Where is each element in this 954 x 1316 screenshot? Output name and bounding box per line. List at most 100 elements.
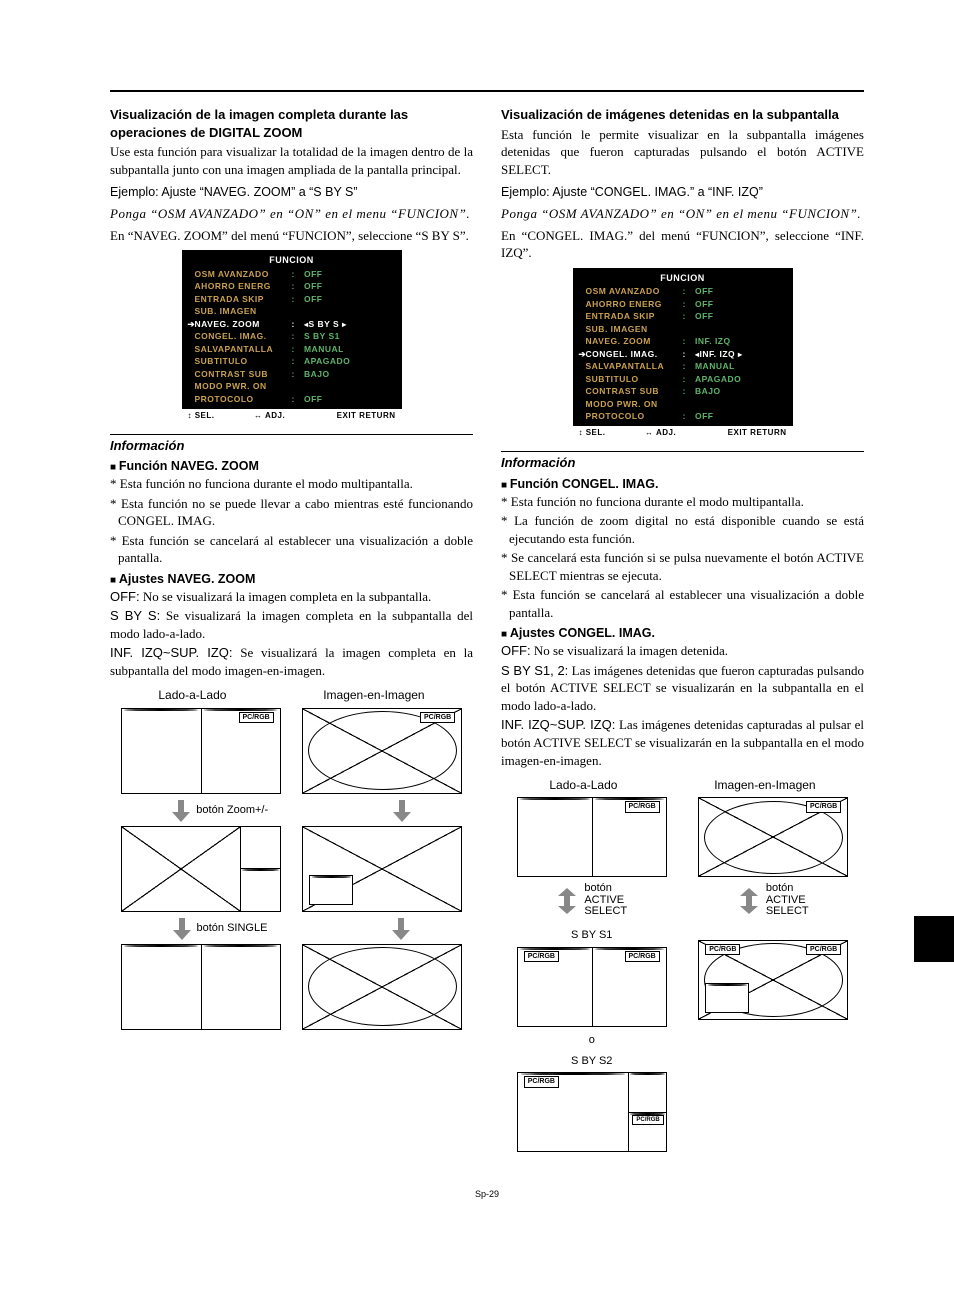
bullet-item: * Esta función no funciona durante el mo… (110, 475, 473, 493)
right-column: Visualización de imágenes detenidas en l… (501, 106, 864, 1158)
right-sub1: Función CONGEL. IMAG. (501, 476, 864, 493)
option-item: OFF: No se visualizará la imagen detenid… (501, 642, 864, 660)
osd-title: FUNCION (188, 254, 396, 266)
single-button-label: botón SINGLE (197, 921, 268, 936)
page-number: Sp-29 (110, 1188, 864, 1200)
panel-sbs-initial: PC/RGB (517, 797, 667, 877)
right-heading: Visualización de imágenes detenidas en l… (501, 106, 864, 124)
osd-row: SUB. IMAGEN (579, 323, 787, 335)
osd-row: ENTRADA SKIP:OFF (188, 293, 396, 305)
bullet-item: * Esta función se cancelará al establece… (501, 586, 864, 621)
osd-row: SUBTITULO:APAGADO (579, 373, 787, 385)
diag-label-pip: Imagen-en-Imagen (714, 777, 815, 793)
tag-pcrgb: PC/RGB (632, 1115, 663, 1125)
panel-sbs-after (121, 944, 281, 1030)
bullet-item: * Esta función no funciona durante el mo… (501, 493, 864, 511)
osd-menu-left: FUNCION OSM AVANZADO:OFFAHORRO ENERG:OFF… (182, 250, 402, 423)
bullet-item: * Esta función se cancelará al establece… (110, 532, 473, 567)
caption-sbys1: S BY S1 (501, 928, 683, 943)
osd-foot-adj: ↔ ADJ. (645, 428, 712, 439)
side-tab (914, 916, 954, 962)
right-sub2: Ajustes CONGEL. IMAG. (501, 625, 864, 642)
updown-arrow-icon (738, 888, 760, 914)
left-select: En “NAVEG. ZOOM” del menú “FUNCION”, sel… (110, 227, 473, 245)
bullet-item: * Esta función no se puede llevar a cabo… (110, 495, 473, 530)
left-heading: Visualización de la imagen completa dura… (110, 106, 473, 141)
info-heading-left: Información (110, 434, 473, 455)
down-arrow-icon (172, 800, 190, 822)
caption-sbys2: S BY S2 (501, 1054, 683, 1069)
right-bullets: * Esta función no funciona durante el mo… (501, 493, 864, 622)
active-select-label: botón ACTIVE SELECT (766, 883, 809, 918)
osd-foot-sel: ↕ SEL. (188, 411, 255, 422)
left-sub1: Función NAVEG. ZOOM (110, 458, 473, 475)
panel-pip-result: PC/RGB PC/RGB (698, 940, 848, 1020)
osd-row: SUB. IMAGEN (188, 306, 396, 318)
info-heading-right: Información (501, 451, 864, 472)
bullet-item: * La función de zoom digital no está dis… (501, 512, 864, 547)
osd-footer: ↕ SEL. ↔ ADJ. EXIT RETURN (573, 426, 793, 441)
left-column: Visualización de la imagen completa dura… (110, 106, 473, 1158)
osd-row: ➔CONGEL. IMAG.:◂INF. IZQ ▸ (579, 348, 787, 361)
right-example: Ejemplo: Ajuste “CONGEL. IMAG.” a “INF. … (501, 184, 864, 201)
osd-foot-exit: EXIT RETURN (321, 411, 396, 422)
panel-sbys2: PC/RGB PC/RGB (517, 1072, 667, 1152)
osd-row: CONTRAST SUB:BAJO (188, 368, 396, 380)
tag-pcrgb: PC/RGB (625, 801, 660, 812)
right-select: En “CONGEL. IMAG.” del menú “FUNCION”, s… (501, 227, 864, 262)
osd-row: OSM AVANZADO:OFF (188, 268, 396, 280)
osd-menu-right: FUNCION OSM AVANZADO:OFFAHORRO ENERG:OFF… (573, 268, 793, 441)
osd-foot-sel: ↕ SEL. (579, 428, 646, 439)
top-rule (110, 90, 864, 92)
tag-pcrgb: PC/RGB (420, 712, 455, 723)
panel-sbys1: PC/RGB PC/RGB (517, 947, 667, 1027)
left-example: Ejemplo: Ajuste “NAVEG. ZOOM” a “S BY S” (110, 184, 473, 201)
tag-pcrgb: PC/RGB (806, 944, 841, 955)
diag-label-pip: Imagen-en-Imagen (323, 687, 424, 703)
tag-pcrgb: PC/RGB (625, 951, 660, 962)
zoom-button-label: botón Zoom+/- (196, 803, 268, 818)
osd-row: PROTOCOLO:OFF (188, 393, 396, 405)
left-options: OFF: No se visualizará la imagen complet… (110, 588, 473, 680)
bullet-item: * Se cancelará esta función si se pulsa … (501, 549, 864, 584)
osd-row: AHORRO ENERG:OFF (579, 298, 787, 310)
osd-rows: OSM AVANZADO:OFFAHORRO ENERG:OFFENTRADA … (188, 268, 396, 405)
left-bullets: * Esta función no funciona durante el mo… (110, 475, 473, 567)
osd-title: FUNCION (579, 272, 787, 284)
osd-row: OSM AVANZADO:OFF (579, 286, 787, 298)
osd-row: SALVAPANTALLA:MANUAL (188, 343, 396, 355)
panel-pip-initial: PC/RGB (698, 797, 848, 877)
or-label: o (501, 1033, 683, 1048)
osd-foot-adj: ↔ ADJ. (254, 411, 321, 422)
diag-label-sbs: Lado-a-Lado (549, 777, 617, 793)
down-arrow-icon (393, 800, 411, 822)
option-item: OFF: No se visualizará la imagen complet… (110, 588, 473, 606)
osd-footer: ↕ SEL. ↔ ADJ. EXIT RETURN (182, 409, 402, 424)
left-diagrams: Lado-a-Lado Imagen-en-Imagen PC/RGB PC/R… (110, 687, 473, 1029)
panel-pip-after (302, 944, 462, 1030)
osd-row: SUBTITULO:APAGADO (188, 356, 396, 368)
active-select-label: botón ACTIVE SELECT (584, 883, 627, 918)
option-item: INF. IZQ~SUP. IZQ: Se visualizará la ima… (110, 644, 473, 679)
left-sub2: Ajustes NAVEG. ZOOM (110, 571, 473, 588)
osd-row: MODO PWR. ON (579, 398, 787, 410)
diag-label-sbs: Lado-a-Lado (158, 687, 226, 703)
right-intro: Esta función le permite visualizar en la… (501, 126, 864, 179)
osd-row: NAVEG. ZOOM:INF. IZQ (579, 336, 787, 348)
panel-sbs-initial: PC/RGB (121, 708, 281, 794)
option-item: INF. IZQ~SUP. IZQ: Las imágenes detenida… (501, 716, 864, 769)
osd-row: AHORRO ENERG:OFF (188, 281, 396, 293)
tag-pcrgb: PC/RGB (806, 801, 841, 812)
right-diagrams: Lado-a-Lado Imagen-en-Imagen PC/RGB PC/R… (501, 777, 864, 1152)
left-italic: Ponga “OSM AVANZADO” en “ON” en el menu … (110, 205, 473, 223)
down-arrow-icon (392, 918, 410, 940)
osd-row: CONTRAST SUB:BAJO (579, 386, 787, 398)
tag-pcrgb: PC/RGB (705, 944, 740, 955)
osd-row: ➔NAVEG. ZOOM:◂S BY S ▸ (188, 318, 396, 331)
right-italic: Ponga “OSM AVANZADO” en “ON” en el menu … (501, 205, 864, 223)
osd-rows: OSM AVANZADO:OFFAHORRO ENERG:OFFENTRADA … (579, 286, 787, 423)
osd-row: PROTOCOLO:OFF (579, 411, 787, 423)
panel-pip-zoomed (302, 826, 462, 912)
tag-pcrgb: PC/RGB (524, 1076, 559, 1087)
osd-row: CONGEL. IMAG.:S BY S1 (188, 331, 396, 343)
